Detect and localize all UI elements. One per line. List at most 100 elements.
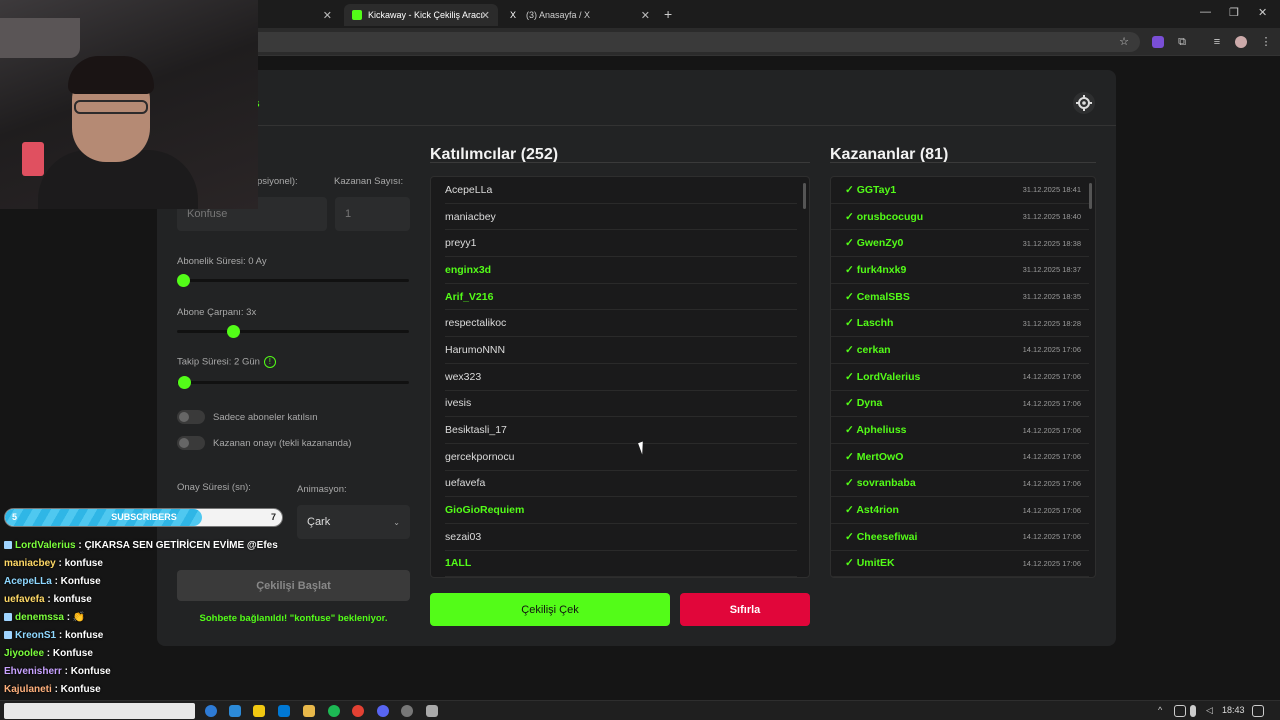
store-icon[interactable] — [253, 705, 265, 717]
sub-goal-bar: 5 SUBSCRIBERS 7 — [4, 508, 283, 527]
winner-approval-toggle[interactable] — [177, 436, 205, 450]
webcam-person-hair — [68, 56, 154, 94]
chrome-icon[interactable] — [352, 705, 364, 717]
winner-row: ✓ Laschh 31.12.2025 18:28 — [831, 310, 1089, 338]
winner-timestamp: 31.12.2025 18:35 — [1022, 292, 1081, 302]
network-icon[interactable] — [1174, 705, 1186, 717]
participant-name: ivesis — [445, 397, 472, 410]
discord-icon[interactable] — [377, 705, 389, 717]
participants-list[interactable]: AcepeLLa maniacbey preyy1 enginx3d Arif_V216… — [430, 176, 810, 578]
webcam-overlay — [0, 0, 258, 209]
chat-username: Jiyoolee — [4, 648, 45, 659]
profile-avatar-icon[interactable] — [1235, 36, 1247, 48]
follow-duration-text: Takip Süresi: 2 Gün — [177, 356, 260, 368]
participant-name: 1ALL — [445, 557, 472, 570]
x-favicon-icon: X — [510, 10, 517, 20]
microphone-icon[interactable] — [1190, 705, 1196, 717]
tab-kickaway[interactable]: Kickaway - Kick Çekiliş Aracı ✕ — [344, 4, 498, 26]
sub-duration-slider[interactable] — [177, 274, 409, 287]
bookmark-star-icon[interactable]: ☆ — [1118, 36, 1130, 48]
tab-x-home[interactable]: X (3) Anasayfa / X ✕ — [502, 4, 658, 26]
puzzle-icon[interactable]: ⧉ — [1176, 36, 1188, 48]
close-window-icon[interactable]: ✕ — [1258, 6, 1267, 19]
minimize-icon[interactable]: — — [1200, 6, 1211, 18]
participant-name: Besiktasli_17 — [445, 424, 507, 437]
winner-row: ✓ orusbcocugu 31.12.2025 18:40 — [831, 204, 1089, 231]
optional-keyword-label: psiyonel): — [257, 176, 298, 187]
mail-icon[interactable] — [278, 705, 290, 717]
kick-favicon-icon — [352, 10, 362, 20]
close-icon[interactable]: ✕ — [641, 9, 650, 22]
new-tab-icon[interactable]: + — [664, 6, 672, 22]
obs-icon[interactable] — [401, 705, 413, 717]
sub-multiplier-slider[interactable] — [177, 325, 409, 338]
slider-knob[interactable] — [227, 325, 240, 338]
winner-name: ✓ GwenZy0 — [845, 237, 904, 250]
chat-username: AcepeLLa — [4, 576, 52, 587]
copilot-icon[interactable] — [229, 705, 241, 717]
animation-value: Çark — [307, 516, 331, 528]
gear-icon[interactable] — [1073, 92, 1095, 114]
chat-message: Jiyoolee : Konfuse — [4, 648, 304, 666]
media-icon[interactable]: ≡ — [1211, 36, 1223, 48]
winner-row: ✓ Apheliuss 14.12.2025 17:06 — [831, 417, 1089, 444]
warning-icon: ! — [263, 356, 276, 368]
maximize-icon[interactable]: ❐ — [1229, 6, 1239, 19]
winner-timestamp: 31.12.2025 18:40 — [1022, 212, 1081, 222]
participant-row: uefavefa — [445, 471, 797, 498]
winners-list[interactable]: ✓ GGTay1 31.12.2025 18:41 ✓ orusbcocugu 31.… — [830, 176, 1096, 578]
animation-label: Animasyon: — [297, 484, 347, 495]
calculator-icon[interactable] — [426, 705, 438, 717]
winner-row: ✓ UmitEK 14.12.2025 17:06 — [831, 551, 1089, 577]
taskbar-search-input[interactable] — [4, 703, 195, 719]
chevron-up-icon[interactable]: ^ — [1158, 705, 1170, 717]
extension-icon[interactable] — [1152, 36, 1164, 48]
edge-icon[interactable] — [205, 705, 217, 717]
close-icon[interactable]: ✕ — [323, 9, 332, 22]
winner-name: ✓ orusbcocugu — [845, 210, 924, 223]
folder-icon[interactable] — [303, 705, 315, 717]
close-icon[interactable]: ✕ — [481, 9, 490, 22]
chat-message: denemssa : 👏 — [4, 612, 304, 630]
winner-name: ✓ sovranbaba — [845, 477, 916, 490]
reset-button[interactable]: Sıfırla — [680, 593, 810, 626]
draw-button[interactable]: Çekilişi Çek — [430, 593, 670, 626]
chat-text: : Konfuse — [61, 666, 111, 677]
animation-select[interactable]: Çark ⌄ — [297, 505, 410, 539]
sub-multiplier-label: Abone Çarpanı: 3x — [177, 307, 257, 318]
participant-name: preyy1 — [445, 237, 477, 250]
sub-goal-current: 5 — [12, 512, 18, 522]
participant-name: GioGioRequiem — [445, 504, 525, 517]
participant-name: wex323 — [445, 370, 482, 383]
participant-row: GioGioRequiem — [445, 497, 797, 524]
winner-row: ✓ furk4nxk9 31.12.2025 18:37 — [831, 257, 1089, 284]
winner-count-input[interactable]: 1 — [335, 197, 410, 231]
notification-icon[interactable] — [1252, 705, 1264, 717]
sub-badge-icon — [4, 541, 12, 550]
slider-knob[interactable] — [177, 274, 190, 287]
spotify-icon[interactable] — [328, 705, 340, 717]
winner-name: ✓ furk4nxk9 — [845, 263, 907, 276]
webcam-person-glasses — [74, 100, 148, 114]
participant-name: gercekpornocu — [445, 450, 515, 463]
only-subs-toggle[interactable] — [177, 410, 205, 424]
clock[interactable]: 18:43 — [1222, 705, 1245, 715]
follow-duration-slider[interactable] — [177, 376, 409, 389]
participant-row: sezai03 — [445, 524, 797, 551]
divider — [430, 162, 810, 163]
menu-kebab-icon[interactable]: ⋮ — [1260, 36, 1272, 48]
winner-name: ✓ cerkan — [845, 343, 891, 356]
url-input[interactable] — [230, 32, 1140, 52]
winner-name: ✓ LordValerius — [845, 370, 921, 383]
participant-name: enginx3d — [445, 263, 492, 276]
chat-username: Ehvenisherr — [4, 666, 62, 677]
winner-timestamp: 31.12.2025 18:41 — [1022, 185, 1081, 195]
scrollbar[interactable] — [803, 183, 806, 209]
winner-name: ✓ GGTay1 — [845, 183, 897, 196]
chat-username: KreonS1 — [15, 630, 57, 641]
volume-icon[interactable]: ◁ — [1206, 705, 1218, 717]
participant-row: AcepeLLa — [445, 177, 797, 204]
participant-row: enginx3d — [445, 257, 797, 284]
scrollbar[interactable] — [1089, 183, 1092, 209]
slider-knob[interactable] — [178, 376, 191, 389]
